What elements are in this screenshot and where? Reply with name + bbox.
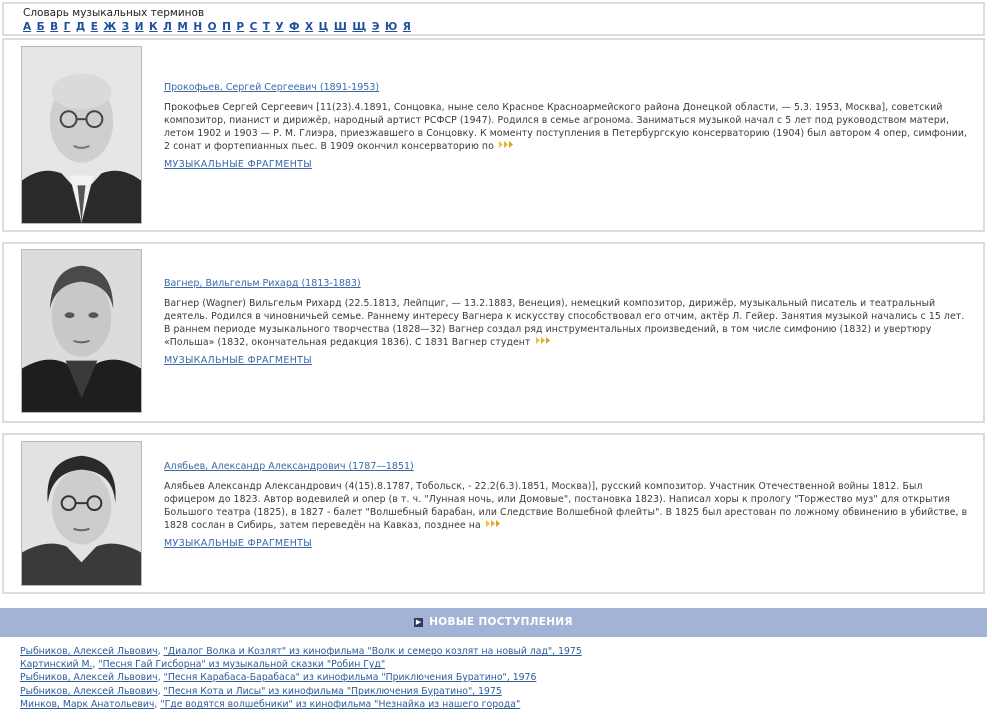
alphabet-letter-link[interactable]: Щ (352, 21, 366, 33)
alphabet-letter-link[interactable]: С (250, 21, 258, 33)
alphabet-nav: АБВГДЕЖЗИКЛМНОПРСТУФХЦШЩЭЮЯ (23, 21, 416, 33)
new-arrivals-title: НОВЫЕ ПОСТУПЛЕНИЯ (429, 616, 573, 628)
new-arrival-author-link[interactable]: Рыбников, Алексей Львович (20, 646, 158, 657)
composer-name-link[interactable]: Алябьев, Александр Александрович (1787—1… (164, 461, 414, 472)
music-fragments-link[interactable]: МУЗЫКАЛЬНЫЕ ФРАГМЕНТЫ (164, 355, 312, 366)
new-arrival-item: Минков, Марк Анатольевич, "Где водятся в… (20, 698, 582, 711)
new-arrival-item: Рыбников, Алексей Львович, "Песня Кота и… (20, 685, 582, 698)
alphabet-letter-link[interactable]: Т (263, 21, 270, 33)
more-arrows-icon[interactable] (535, 336, 551, 349)
new-arrivals-bar: ▶ НОВЫЕ ПОСТУПЛЕНИЯ (0, 608, 987, 637)
alphabet-letter-link[interactable]: Л (163, 21, 172, 33)
card-body: Вагнер, Вильгельм Рихард (1813-1883) Ваг… (164, 278, 969, 366)
new-arrival-item: Рыбников, Алексей Львович, "Песня Караба… (20, 671, 582, 684)
alphabet-letter-link[interactable]: Н (193, 21, 202, 33)
dictionary-title: Словарь музыкальных терминов (23, 7, 205, 19)
alphabet-letter-link[interactable]: З (122, 21, 129, 33)
alphabet-letter-link[interactable]: Х (305, 21, 313, 33)
play-square-icon: ▶ (414, 617, 424, 627)
new-arrival-author-link[interactable]: Рыбников, Алексей Львович (20, 686, 158, 697)
new-arrival-author-link[interactable]: Минков, Марк Анатольевич (20, 699, 154, 710)
alphabet-letter-link[interactable]: У (275, 21, 283, 33)
alphabet-letter-link[interactable]: А (23, 21, 31, 33)
composer-bio: Алябьев Александр Александрович (4(15).8… (164, 481, 968, 532)
new-arrival-work-link[interactable]: "Песня Кота и Лисы" из кинофильма "Прикл… (164, 686, 502, 697)
alphabet-letter-link[interactable]: Б (37, 21, 45, 33)
composer-name-link[interactable]: Прокофьев, Сергей Сергеевич (1891-1953) (164, 82, 379, 93)
new-arrivals-list: Рыбников, Алексей Львович, "Диалог Волка… (20, 645, 582, 711)
new-arrivals-heading[interactable]: ▶ НОВЫЕ ПОСТУПЛЕНИЯ (0, 616, 987, 628)
alphabet-letter-link[interactable]: М (177, 21, 187, 33)
composer-portrait[interactable] (21, 249, 142, 413)
alphabet-letter-link[interactable]: Ц (319, 21, 329, 33)
alphabet-letter-link[interactable]: О (208, 21, 217, 33)
new-arrival-work-link[interactable]: "Где водятся волшебники" из кинофильма "… (160, 699, 520, 710)
alphabet-letter-link[interactable]: И (135, 21, 144, 33)
alphabet-letter-link[interactable]: Д (76, 21, 85, 33)
new-arrival-author-link[interactable]: Картинский М. (20, 659, 92, 670)
new-arrival-item: Рыбников, Алексей Львович, "Диалог Волка… (20, 645, 582, 658)
new-arrival-author-link[interactable]: Рыбников, Алексей Львович (20, 672, 158, 683)
composer-name-link[interactable]: Вагнер, Вильгельм Рихард (1813-1883) (164, 278, 361, 289)
composer-card: Прокофьев, Сергей Сергеевич (1891-1953) … (2, 38, 985, 232)
portrait-alyabyev-image (22, 442, 141, 585)
alphabet-letter-link[interactable]: Ш (334, 21, 347, 33)
more-arrows-icon[interactable] (498, 140, 514, 153)
more-arrows-icon[interactable] (485, 519, 501, 532)
alphabet-letter-link[interactable]: Ф (289, 21, 299, 33)
composer-portrait[interactable] (21, 441, 142, 586)
new-arrival-item: Картинский М., "Песня Гай Гисборна" из м… (20, 658, 582, 671)
composer-bio: Прокофьев Сергей Сергеевич [11(23).4.189… (164, 102, 968, 153)
alphabet-letter-link[interactable]: Ж (103, 21, 116, 33)
music-fragments-link[interactable]: МУЗЫКАЛЬНЫЕ ФРАГМЕНТЫ (164, 538, 312, 549)
new-arrival-work-link[interactable]: "Песня Гай Гисборна" из музыкальной сказ… (98, 659, 385, 670)
composer-card: Алябьев, Александр Александрович (1787—1… (2, 433, 985, 594)
alphabet-letter-link[interactable]: Г (64, 21, 71, 33)
alphabet-letter-link[interactable]: Е (91, 21, 98, 33)
card-body: Прокофьев, Сергей Сергеевич (1891-1953) … (164, 82, 969, 170)
portrait-wagner-image (22, 250, 141, 412)
alphabet-letter-link[interactable]: В (50, 21, 58, 33)
portrait-prokofiev-image (22, 47, 141, 223)
new-arrival-work-link[interactable]: "Песня Карабаса-Барабаса" из кинофильма … (164, 672, 537, 683)
alphabet-letter-link[interactable]: П (222, 21, 231, 33)
composer-bio: Вагнер (Wagner) Вильгельм Рихард (22.5.1… (164, 298, 965, 349)
music-fragments-link[interactable]: МУЗЫКАЛЬНЫЕ ФРАГМЕНТЫ (164, 159, 312, 170)
alphabet-letter-link[interactable]: Р (236, 21, 244, 33)
alphabet-letter-link[interactable]: Ю (385, 21, 397, 33)
alphabet-letter-link[interactable]: Э (372, 21, 380, 33)
dictionary-box: Словарь музыкальных терминов АБВГДЕЖЗИКЛ… (2, 2, 985, 36)
card-body: Алябьев, Александр Александрович (1787—1… (164, 461, 969, 549)
alphabet-letter-link[interactable]: К (149, 21, 158, 33)
alphabet-letter-link[interactable]: Я (403, 21, 411, 33)
composer-portrait[interactable] (21, 46, 142, 224)
composer-card: Вагнер, Вильгельм Рихард (1813-1883) Ваг… (2, 242, 985, 423)
new-arrival-work-link[interactable]: "Диалог Волка и Козлят" из кинофильма "В… (164, 646, 582, 657)
